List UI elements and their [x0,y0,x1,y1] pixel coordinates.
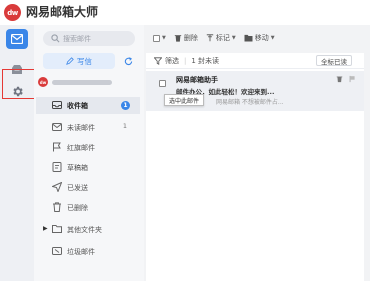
refresh-button[interactable] [120,53,136,69]
filter-label[interactable]: 筛选 [165,56,179,66]
folder-label: 收件箱 [67,101,88,110]
flag-icon [53,142,61,152]
folder-inbox[interactable]: 收件箱 1 [36,97,140,114]
chevron-down-icon: ▼ [162,35,166,41]
select-all-dropdown[interactable]: ▼ [153,34,166,42]
message-sender: 网易邮箱助手 [176,76,218,84]
mark-dropdown[interactable]: 标记 ▼ [206,33,236,43]
folder-deleted[interactable]: 已删除 [36,199,140,216]
mark-all-read-button[interactable]: 全标已读 [316,55,352,66]
settings-highlight-box [2,69,36,99]
mail-icon [11,34,23,44]
message-checkbox[interactable] [159,80,166,87]
rail-mail-button[interactable] [6,29,28,49]
pen-icon [66,57,74,65]
list-item[interactable]: 网易邮箱助手 邮件办公，如此轻松！欢迎来到... 网易邮箱 不想被邮件占... … [146,71,364,111]
mark-label: 标记 [215,34,230,42]
filter-icon[interactable] [154,56,162,65]
folder-label: 已发送 [67,183,88,192]
app-logo-icon: dw [4,4,21,21]
message-list-card: 筛选 | 1 封未读 全标已读 网易邮箱助手 邮件办公，如此轻松！欢迎来到...… [146,53,364,281]
refresh-icon [124,56,132,65]
send-icon [52,182,62,192]
search-icon [51,34,60,43]
filter-bar: 筛选 | 1 封未读 全标已读 [146,53,364,69]
folder-label: 草稿箱 [67,163,88,172]
folder-others[interactable]: ▶ 其他文件夹 [36,221,140,238]
trash-icon [53,202,61,212]
trash-icon [174,35,182,42]
folder-flagged[interactable]: 红旗邮件 [36,139,140,156]
account-name-redacted [52,79,112,85]
message-list-area: ▼ 删除 标记 ▼ 移动 ▼ 筛选 | 1 封未读 全标已读 网易邮箱助手 邮件… [144,25,370,281]
delete-button[interactable]: 删除 [174,33,198,43]
folder-drafts[interactable]: 草稿箱 [36,159,140,176]
move-label: 移动 [254,34,269,42]
flag-icon[interactable] [349,75,356,83]
folder-sent[interactable]: 已发送 [36,179,140,196]
top-bar: dw 网易邮箱大师 [0,0,370,25]
folder-label: 未读邮件 [67,123,95,132]
search-placeholder: 搜索邮件 [63,34,91,43]
app-title: 网易邮箱大师 [26,5,99,19]
unread-badge: 1 [121,101,130,110]
inbox-icon [52,101,62,109]
select-all-checkbox[interactable] [153,34,160,42]
compose-button[interactable]: 写信 [43,53,115,69]
compose-label: 写信 [77,56,92,66]
divider: | [184,56,187,65]
list-toolbar: ▼ 删除 标记 ▼ 移动 ▼ [144,25,370,51]
folder-label: 已删除 [67,203,88,212]
folder-spam[interactable]: 垃圾邮件 [36,243,140,260]
folder-icon [52,225,62,233]
expand-arrow-icon[interactable]: ▶ [43,225,48,232]
folder-move-icon [244,34,253,42]
message-preview: 网易邮箱 不想被邮件占... [216,99,284,106]
draft-icon [52,162,62,172]
folder-label: 红旗邮件 [67,143,95,152]
message-tools [336,75,356,83]
select-tooltip: 选中此邮件 [164,94,205,106]
left-rail [0,25,36,281]
pin-icon [206,34,214,42]
delete-label: 删除 [183,34,198,42]
chevron-down-icon: ▼ [270,35,275,41]
account-row[interactable]: dw [38,75,138,89]
spam-icon [52,247,62,255]
search-input[interactable]: 搜索邮件 [43,31,135,46]
unread-icon [52,123,62,131]
trash-icon[interactable] [336,75,343,83]
move-dropdown[interactable]: 移动 ▼ [244,33,275,43]
chevron-down-icon: ▼ [231,35,236,41]
folder-label: 垃圾邮件 [67,247,95,256]
account-avatar: dw [38,77,48,87]
folder-panel: 搜索邮件 写信 dw 收件箱 1 未读邮件 1 红旗邮件 草稿箱 已发送 已删除… [34,25,144,281]
folder-unread[interactable]: 未读邮件 1 [36,119,140,136]
unread-count: 1 [122,122,127,130]
unread-summary: 1 封未读 [191,56,220,65]
folder-label: 其他文件夹 [67,225,102,234]
